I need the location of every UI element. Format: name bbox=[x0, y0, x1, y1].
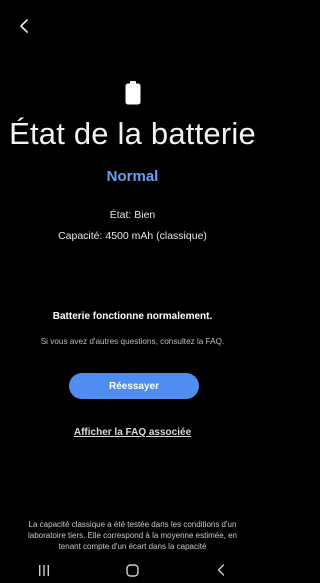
system-navigation-bar bbox=[0, 557, 265, 583]
battery-status-screen: État de la batterie Normal État: Bien Ca… bbox=[0, 0, 265, 583]
battery-health-message: Batterie fonctionne normalement. bbox=[52, 311, 213, 322]
battery-full-icon bbox=[125, 81, 141, 105]
capacity-footnote: La capacité classique a été testée dans … bbox=[28, 520, 237, 551]
chevron-left-icon bbox=[19, 18, 29, 38]
home-button[interactable] bbox=[112, 559, 152, 581]
battery-status-label: Normal bbox=[106, 168, 159, 185]
nav-back-button[interactable] bbox=[201, 559, 241, 581]
recents-button[interactable] bbox=[24, 559, 64, 581]
back-button[interactable] bbox=[14, 18, 34, 38]
battery-capacity-text: Capacité: 4500 mAh (classique) bbox=[58, 230, 207, 242]
recents-icon bbox=[38, 564, 50, 576]
page-title: État de la batterie bbox=[9, 116, 256, 151]
retry-button[interactable]: Réessayer bbox=[69, 373, 199, 399]
faq-link[interactable]: Afficher la FAQ associée bbox=[0, 427, 265, 438]
faq-hint-text: Si vous avez d'autres questions, consult… bbox=[40, 337, 225, 346]
back-icon bbox=[217, 564, 225, 576]
home-icon bbox=[126, 563, 139, 577]
battery-state-text: État: Bien bbox=[109, 209, 156, 221]
